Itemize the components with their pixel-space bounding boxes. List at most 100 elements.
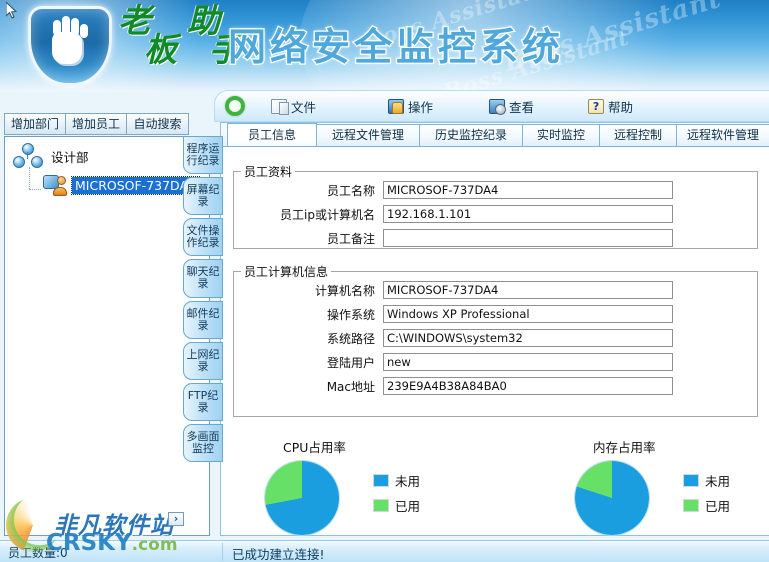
side-tab-program-log[interactable]: 程序运行纪录 [183,136,223,175]
tab-strip: 员工信息 远程文件管理 历史监控纪录 实时监控 远程控制 远程软件管理 [221,123,769,147]
employee-note-row: 员工备注 [233,229,758,247]
menu-item-view-label: 查看 [509,99,535,115]
employee-ip-label: 员工ip或计算机名 [280,207,375,222]
menu-bar: 文件 操作 查看 ? 帮助 [214,90,769,122]
side-tab-multiscreen-monitor[interactable]: 多画面监控 [183,423,223,462]
department-tree-panel[interactable]: 设计部 MICROSOF-737DA4 [4,136,210,536]
employee-name-label: 员工名称 [326,183,375,198]
hand-finger-3 [71,18,79,36]
tab-page-employee-info: 员工资料 员工名称 MICROSOF-737DA4 员工ip或计算机名 192.… [221,147,769,535]
side-tab-file-operation-log[interactable]: 文件操作纪录 [183,218,223,257]
menu-item-file-label: 文件 [291,99,317,115]
employee-info-title: 员工资料 [241,163,296,180]
memory-legend-unused-label: 未用 [705,474,731,489]
system-path-label: 系统路径 [326,331,375,346]
add-employee-button[interactable]: 增加员工 [65,113,127,135]
hand-finger-4 [80,24,88,38]
app-banner: Boss Assistant Boss Assistant Boss Assis… [0,0,769,92]
computer-info-groupbox: 员工计算机信息 计算机名称 MICROSOF-737DA4 操作系统 Windo… [233,263,758,417]
tree-item-computer-label: MICROSOF-737DA4 [71,175,200,195]
tree-item-computer[interactable]: MICROSOF-737DA4 [43,173,200,197]
cpu-legend-used-swatch [373,499,389,512]
employee-note-input[interactable] [383,229,673,247]
computer-name-input[interactable]: MICROSOF-737DA4 [383,281,673,299]
employee-ip-input[interactable]: 192.168.1.101 [383,205,673,223]
brand-char-2: 板 [144,30,179,69]
operation-icon [388,98,405,114]
mac-address-label: Mac地址 [326,379,375,394]
hand-palm-shape [52,32,82,64]
cpu-pie-graphic [265,461,339,535]
tab-remote-control[interactable]: 远程控制 [599,124,677,146]
operating-system-input[interactable]: Windows XP Professional [383,305,673,323]
cpu-usage-chart: CPU占用率 未用 已用 [241,437,471,547]
memory-legend-unused-swatch [683,474,699,487]
menu-item-operation[interactable]: 操作 [380,95,441,118]
computer-info-title: 员工计算机信息 [241,263,332,280]
menu-item-view[interactable]: 查看 [481,95,542,118]
application-window: Boss Assistant Boss Assistant Boss Assis… [0,0,769,562]
memory-usage-chart: 内存占用率 未用 已用 [551,437,769,547]
side-tab-chat-log[interactable]: 聊天纪录 [183,259,223,298]
tree-connector-horizontal [29,189,41,190]
hand-finger-2 [62,16,70,36]
vertical-tab-strip: 程序运行纪录 屏幕纪录 文件操作纪录 聊天纪录 邮件纪录 上网纪录 FTP纪录 … [183,136,225,462]
tab-remote-file-management[interactable]: 远程文件管理 [316,124,420,146]
menu-item-operation-label: 操作 [408,99,434,115]
login-user-label: 登陆用户 [326,355,375,370]
mac-address-input[interactable]: 239E9A4B38A84BA0 [383,377,673,395]
employee-ip-row: 员工ip或计算机名 192.168.1.101 [233,205,758,223]
tab-employee-info[interactable]: 员工信息 [227,123,317,146]
view-icon [489,98,507,115]
system-path-input[interactable]: C:\WINDOWS\system32 [383,329,673,347]
memory-chart-legend: 未用 已用 [683,471,730,515]
menu-item-help[interactable]: ? 帮助 [580,95,641,118]
status-connection-message: 已成功建立连接! [232,547,325,562]
hand-finger-1 [53,20,61,36]
page-title: 网络安全监控系统 [227,23,565,71]
memory-legend-used: 已用 [683,496,730,515]
memory-pie-graphic [575,461,649,535]
computer-name-row: 计算机名称 MICROSOF-737DA4 [233,281,758,299]
auto-search-button[interactable]: 自动搜索 [126,113,189,135]
tree-item-department[interactable]: 设计部 [13,143,92,169]
cpu-chart-legend: 未用 已用 [373,471,420,515]
tree-connector-vertical [29,167,30,189]
employee-note-label: 员工备注 [326,231,375,246]
cpu-legend-unused-label: 未用 [395,474,421,489]
mouse-cursor-icon [6,2,18,19]
tab-remote-software-management[interactable]: 远程软件管理 [676,124,769,146]
file-icon [271,98,289,115]
side-tab-web-log[interactable]: 上网纪录 [183,341,223,380]
status-bar: 员工数量:0 已成功建立连接! [0,540,769,562]
computer-name-label: 计算机名称 [314,283,375,298]
department-network-icon [13,143,43,169]
cpu-legend-unused-swatch [373,474,389,487]
tree-item-department-label: 设计部 [51,149,89,165]
mac-address-row: Mac地址 239E9A4B38A84BA0 [233,377,758,395]
menu-item-file[interactable]: 文件 [263,95,324,118]
cpu-legend-used: 已用 [373,496,420,515]
cpu-legend-unused: 未用 [373,471,420,490]
tab-history-monitor-log[interactable]: 历史监控纪录 [419,124,523,146]
employee-name-input[interactable]: MICROSOF-737DA4 [383,181,673,199]
menu-item-help-label: 帮助 [608,99,634,115]
login-user-input[interactable]: new [383,353,673,371]
cpu-legend-used-label: 已用 [395,499,421,514]
side-tab-mail-log[interactable]: 邮件纪录 [183,300,223,339]
cpu-chart-title: CPU占用率 [283,440,346,455]
status-ring-icon [225,96,245,116]
product-brand-logo: 老助 板手 [118,4,244,66]
memory-legend-used-label: 已用 [705,499,731,514]
tab-realtime-monitor[interactable]: 实时监控 [522,124,600,146]
add-department-button[interactable]: 增加部门 [4,113,66,135]
memory-legend-used-swatch [683,499,699,512]
login-user-row: 登陆用户 new [233,353,758,371]
employee-info-groupbox: 员工资料 员工名称 MICROSOF-737DA4 员工ip或计算机名 192.… [233,163,758,249]
tree-toolbar: 增加部门 增加员工 自动搜索 [4,113,210,135]
computer-user-icon [43,173,67,197]
main-content-panel: 员工信息 远程文件管理 历史监控纪录 实时监控 远程控制 远程软件管理 员工资料… [220,122,769,536]
status-separator [222,543,223,561]
side-tab-ftp-log[interactable]: FTP纪录 [183,382,223,421]
side-tab-screen-log[interactable]: 屏幕纪录 [183,177,223,216]
